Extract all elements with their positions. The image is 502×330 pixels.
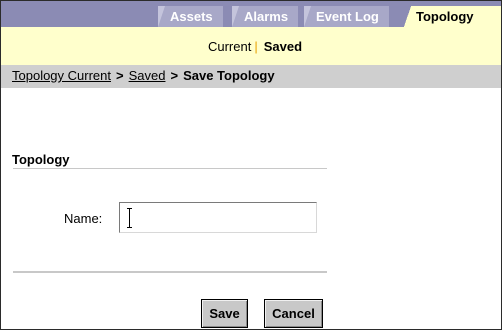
tab-label: Alarms <box>244 9 289 24</box>
section-title: Topology <box>12 152 70 167</box>
breadcrumb-arrow: > <box>170 68 179 83</box>
tab-label: Topology <box>416 9 474 24</box>
divider <box>13 271 327 274</box>
name-input[interactable] <box>119 202 317 233</box>
subnav-saved-link[interactable]: Saved <box>264 39 302 54</box>
tab-label: Assets <box>170 9 213 24</box>
tab-bar: Assets Alarms Event Log Topology <box>1 1 501 27</box>
divider <box>13 168 327 170</box>
tab-event-log[interactable]: Event Log <box>304 6 389 27</box>
window-frame: Assets Alarms Event Log Topology Current… <box>0 0 502 330</box>
tab-label: Event Log <box>316 9 379 24</box>
cancel-button[interactable]: Cancel <box>264 299 323 328</box>
subnav-current-link[interactable]: Current <box>208 39 251 54</box>
breadcrumb-arrow: > <box>116 68 124 83</box>
tab-alarms[interactable]: Alarms <box>232 6 299 27</box>
subnav-separator: | <box>254 39 258 54</box>
save-button[interactable]: Save <box>201 299 248 328</box>
breadcrumb: Topology Current > Saved > Save Topology <box>1 65 501 88</box>
breadcrumb-topology-current[interactable]: Topology Current <box>12 68 111 83</box>
breadcrumb-saved[interactable]: Saved <box>129 68 166 83</box>
tab-topology[interactable]: Topology <box>404 6 501 27</box>
name-label: Name: <box>64 211 103 226</box>
breadcrumb-current-page: Save Topology <box>183 68 275 83</box>
sub-navigation: Current | Saved <box>1 27 501 65</box>
tab-assets[interactable]: Assets <box>158 6 223 27</box>
